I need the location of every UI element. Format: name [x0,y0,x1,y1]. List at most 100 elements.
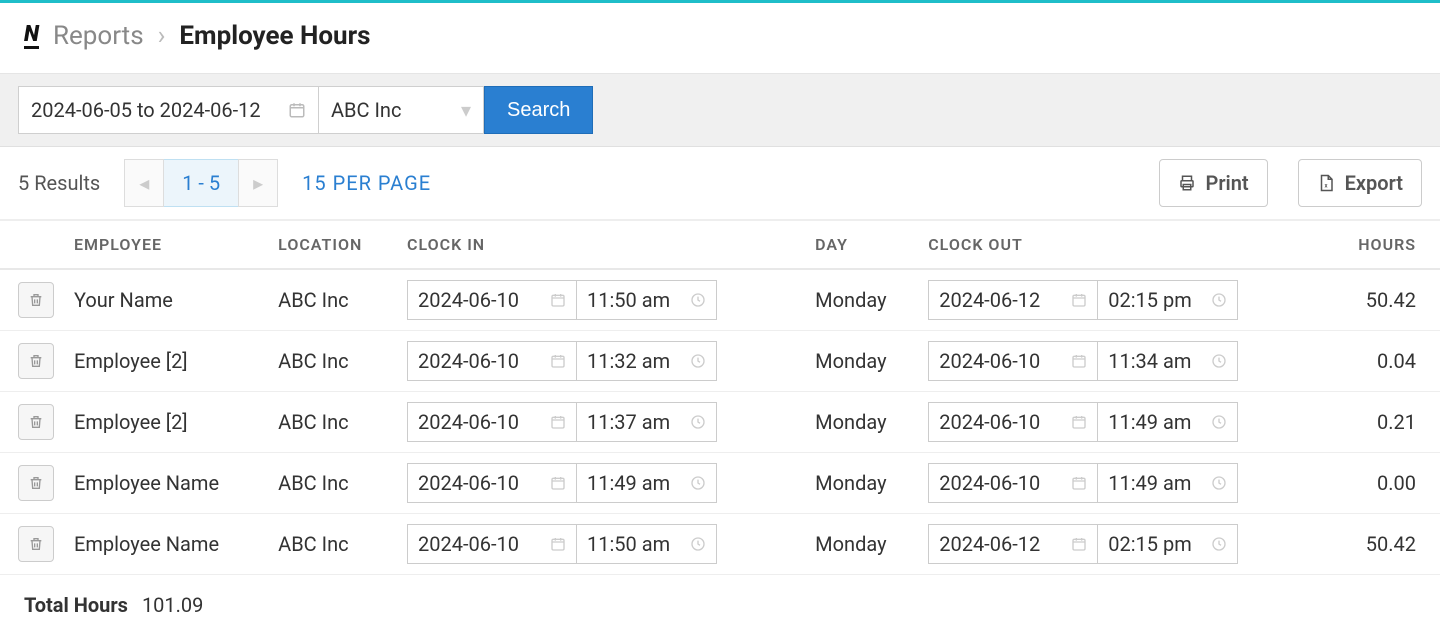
location-cell: ABC Inc [268,269,397,331]
total-hours-label: Total Hours [24,593,128,617]
calendar-icon [550,414,566,430]
employee-cell: Employee Name [64,453,268,514]
date-range-input[interactable]: 2024-06-05 to 2024-06-12 [18,86,318,134]
export-label: Export [1345,171,1403,195]
clock-icon [690,475,706,491]
location-select[interactable]: ABC Inc ▾ [318,86,484,134]
totals-row: Total Hours 101.09 [0,575,1440,635]
clock-icon [1211,414,1227,430]
calendar-icon [550,536,566,552]
clock-out-time-input[interactable]: 11:49 am [1098,463,1238,503]
col-clock-out: CLOCK OUT [918,221,1326,270]
pager-prev-button[interactable]: ◂ [124,159,164,207]
chevron-down-icon: ▾ [461,98,471,122]
day-cell: Monday [805,392,918,453]
search-button[interactable]: Search [484,86,593,134]
day-cell: Monday [805,453,918,514]
delete-row-button[interactable] [18,465,54,501]
hours-cell: 50.42 [1326,514,1440,575]
printer-icon [1178,174,1196,192]
calendar-icon [550,292,566,308]
chevron-right-icon: › [158,21,166,51]
clock-out-date-input[interactable]: 2024-06-12 [928,524,1098,564]
clock-icon [690,353,706,369]
calendar-icon [1071,536,1087,552]
total-hours-value: 101.09 [142,593,203,617]
col-hours: HOURS [1326,221,1440,270]
clock-in-time-input[interactable]: 11:37 am [577,402,717,442]
clock-icon [690,292,706,308]
delete-row-button[interactable] [18,526,54,562]
clock-icon [1211,536,1227,552]
breadcrumb-reports-link[interactable]: Reports [53,21,144,51]
export-icon: x [1317,174,1335,192]
clock-out-time-input[interactable]: 11:34 am [1098,341,1238,381]
filter-bar: 2024-06-05 to 2024-06-12 ABC Inc ▾ Searc… [0,74,1440,147]
delete-row-button[interactable] [18,404,54,440]
trash-icon [28,292,44,308]
location-selected-value: ABC Inc [331,98,401,122]
day-cell: Monday [805,269,918,331]
table-row: Your NameABC Inc2024-06-1011:50 am Monday… [0,269,1440,331]
date-range-value: 2024-06-05 to 2024-06-12 [31,98,261,122]
calendar-icon [550,475,566,491]
table-row: Employee [2]ABC Inc2024-06-1011:37 amMon… [0,392,1440,453]
table-row: Employee NameABC Inc2024-06-1011:49 amMo… [0,453,1440,514]
col-location: LOCATION [268,221,397,270]
trash-icon [28,475,44,491]
clock-out-date-input[interactable]: 2024-06-10 [928,341,1098,381]
trash-icon [28,536,44,552]
clock-in-time-input[interactable]: 11:50 am [577,524,717,564]
clock-in-date-input[interactable]: 2024-06-10 [407,524,577,564]
clock-out-date-input[interactable]: 2024-06-12 [928,280,1098,320]
trash-icon [28,353,44,369]
delete-row-button[interactable] [18,282,54,318]
employee-cell: Employee [2] [64,392,268,453]
table-row: Employee [2]ABC Inc2024-06-1011:32 amMon… [0,331,1440,392]
pager-range: 1 - 5 [164,159,238,207]
clock-out-time-input[interactable]: 02:15 pm [1098,524,1238,564]
hours-cell: 50.42 [1326,269,1440,331]
trash-icon [28,414,44,430]
results-count: 5 Results [18,171,100,195]
clock-out-date-input[interactable]: 2024-06-10 [928,463,1098,503]
clock-in-date-input[interactable]: 2024-06-10 [407,280,577,320]
employee-cell: Employee [2] [64,331,268,392]
clock-in-date-input[interactable]: 2024-06-10 [407,402,577,442]
clock-icon [1211,475,1227,491]
clock-icon [690,536,706,552]
app-logo-icon: N [24,24,39,49]
clock-in-time-input[interactable]: 11:49 am [577,463,717,503]
per-page-select[interactable]: 15 PER PAGE [302,171,431,195]
clock-in-time-input[interactable]: 11:50 am [577,280,717,320]
export-button[interactable]: x Export [1298,159,1422,207]
employee-cell: Your Name [64,269,268,331]
clock-icon [690,414,706,430]
clock-in-date-input[interactable]: 2024-06-10 [407,463,577,503]
clock-out-time-input[interactable]: 11:49 am [1098,402,1238,442]
pager-next-button[interactable]: ▸ [238,159,278,207]
print-button[interactable]: Print [1159,159,1268,207]
col-day: DAY [805,221,918,270]
clock-in-time-input[interactable]: 11:32 am [577,341,717,381]
location-cell: ABC Inc [268,331,397,392]
location-cell: ABC Inc [268,453,397,514]
print-label: Print [1206,171,1249,195]
day-cell: Monday [805,331,918,392]
breadcrumb: N Reports › Employee Hours [0,3,1440,74]
location-cell: ABC Inc [268,392,397,453]
clock-icon [1211,353,1227,369]
calendar-icon [1071,414,1087,430]
calendar-icon [1071,292,1087,308]
day-cell: Monday [805,514,918,575]
calendar-icon [1071,475,1087,491]
employee-cell: Employee Name [64,514,268,575]
clock-in-date-input[interactable]: 2024-06-10 [407,341,577,381]
clock-icon [1211,292,1227,308]
calendar-icon [1071,353,1087,369]
hours-cell: 0.04 [1326,331,1440,392]
clock-out-time-input[interactable]: 02:15 pm [1098,280,1238,320]
delete-row-button[interactable] [18,343,54,379]
meta-bar: 5 Results ◂ 1 - 5 ▸ 15 PER PAGE Print x … [0,147,1440,220]
clock-out-date-input[interactable]: 2024-06-10 [928,402,1098,442]
